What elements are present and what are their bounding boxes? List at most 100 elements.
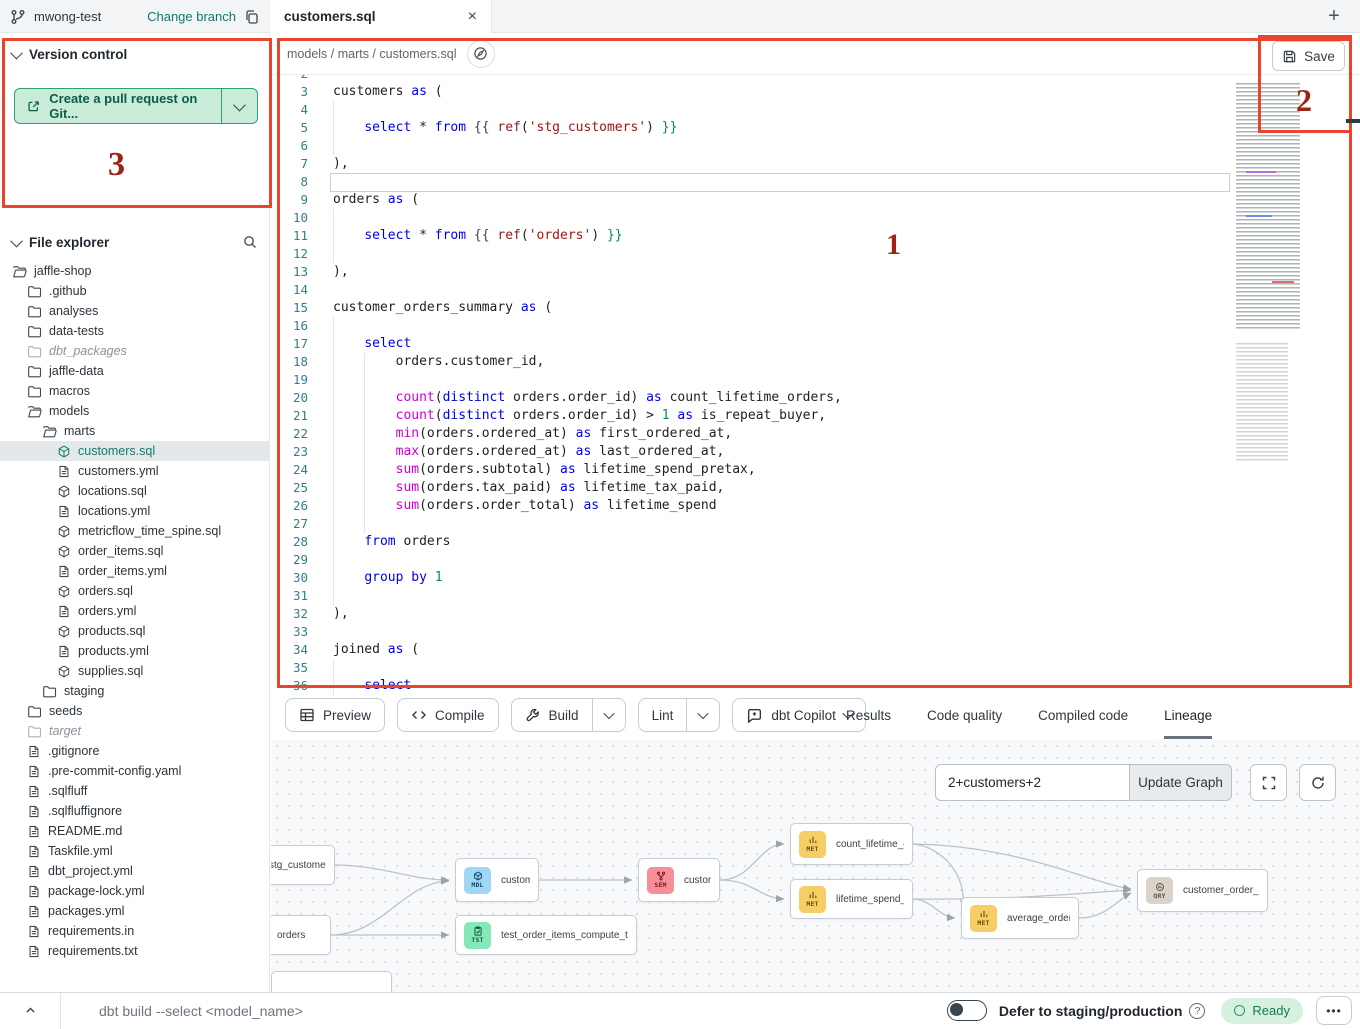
code-line-26[interactable]: 26 sum(orders.order_total) as lifetime_s… xyxy=(271,497,1360,515)
tree-item-products-yml[interactable]: products.yml xyxy=(0,641,270,661)
tree-item-dbt-project-yml[interactable]: dbt_project.yml xyxy=(0,861,270,881)
code-line-11[interactable]: 11 select * from {{ ref('orders') }} xyxy=(271,227,1360,245)
code-line-32[interactable]: 32), xyxy=(271,605,1360,623)
code-line-7[interactable]: 7), xyxy=(271,155,1360,173)
preview-button[interactable]: Preview xyxy=(285,698,385,732)
code-line-28[interactable]: 28 from orders xyxy=(271,533,1360,551)
compile-button[interactable]: Compile xyxy=(397,698,499,732)
code-line-35[interactable]: 35 xyxy=(271,659,1360,677)
tree-item--gitignore[interactable]: .gitignore xyxy=(0,741,270,761)
tree-item-locations-sql[interactable]: locations.sql xyxy=(0,481,270,501)
code-line-23[interactable]: 23 max(orders.ordered_at) as last_ordere… xyxy=(271,443,1360,461)
tree-item-requirements-in[interactable]: requirements.in xyxy=(0,921,270,941)
tree-item-target[interactable]: target xyxy=(0,721,270,741)
tab-code-quality[interactable]: Code quality xyxy=(927,695,1002,739)
copy-icon[interactable] xyxy=(244,9,260,25)
code-line-12[interactable]: 12 xyxy=(271,245,1360,263)
tab-compiled-code[interactable]: Compiled code xyxy=(1038,695,1128,739)
build-button[interactable]: Build xyxy=(511,698,626,732)
question-icon[interactable]: ? xyxy=(1189,1003,1205,1019)
compass-icon[interactable] xyxy=(467,40,495,68)
code-line-17[interactable]: 17 select xyxy=(271,335,1360,353)
code-line-29[interactable]: 29 xyxy=(271,551,1360,569)
tree-item-customers-sql[interactable]: customers.sql xyxy=(0,441,270,461)
code-line-16[interactable]: 16 xyxy=(271,317,1360,335)
tree-item-data-tests[interactable]: data-tests xyxy=(0,321,270,341)
tree-item-macros[interactable]: macros xyxy=(0,381,270,401)
tree-item-taskfile-yml[interactable]: Taskfile.yml xyxy=(0,841,270,861)
tree-item-orders-sql[interactable]: orders.sql xyxy=(0,581,270,601)
create-pull-request-main[interactable]: Create a pull request on Git... xyxy=(15,89,221,123)
close-icon[interactable]: × xyxy=(468,9,477,25)
tree-item--github[interactable]: .github xyxy=(0,281,270,301)
file-explorer-header[interactable]: File explorer xyxy=(0,220,270,258)
tree-item-order-items-sql[interactable]: order_items.sql xyxy=(0,541,270,561)
tree-item-staging[interactable]: staging xyxy=(0,681,270,701)
code-line-8[interactable]: 8 xyxy=(271,173,1360,191)
lineage-node-average-order-value[interactable]: METaverage_order_value xyxy=(961,897,1079,939)
code-line-10[interactable]: 10 xyxy=(271,209,1360,227)
tab-lineage[interactable]: Lineage xyxy=(1164,695,1212,739)
code-line-2[interactable]: 2 xyxy=(271,75,1360,83)
change-branch-link[interactable]: Change branch xyxy=(147,9,236,24)
lineage-node-lifetime-spend-pretax[interactable]: METlifetime_spend_pretax xyxy=(790,879,913,919)
tree-item-supplies-sql[interactable]: supplies.sql xyxy=(0,661,270,681)
tree-item-dbt-packages[interactable]: dbt_packages xyxy=(0,341,270,361)
code-line-15[interactable]: 15customer_orders_summary as ( xyxy=(271,299,1360,317)
code-line-4[interactable]: 4 xyxy=(271,101,1360,119)
lineage-selector-input[interactable]: 2+customers+2 xyxy=(935,764,1129,801)
code-line-31[interactable]: 31 xyxy=(271,587,1360,605)
ellipsis-icon[interactable]: ••• xyxy=(1316,996,1352,1025)
lineage-node-customers[interactable]: SEMcustomers xyxy=(638,858,720,902)
dbt-command-input[interactable]: dbt build --select <model_name> xyxy=(99,1003,947,1019)
tree-item-orders-yml[interactable]: orders.yml xyxy=(0,601,270,621)
code-line-3[interactable]: 3customers as ( xyxy=(271,83,1360,101)
minimap[interactable] xyxy=(1232,75,1318,675)
code-editor[interactable]: 23customers as (45 select * from {{ ref(… xyxy=(271,75,1360,695)
lineage-node-orders[interactable]: MDLorders xyxy=(271,915,331,955)
tree-item-package-lock-yml[interactable]: package-lock.yml xyxy=(0,881,270,901)
tree-item-analyses[interactable]: analyses xyxy=(0,301,270,321)
tab-results[interactable]: Results xyxy=(846,695,891,739)
tree-item-jaffle-data[interactable]: jaffle-data xyxy=(0,361,270,381)
lint-dropdown-button[interactable] xyxy=(686,699,719,731)
code-line-34[interactable]: 34joined as ( xyxy=(271,641,1360,659)
tree-item-requirements-txt[interactable]: requirements.txt xyxy=(0,941,270,961)
create-pull-request-button[interactable]: Create a pull request on Git... xyxy=(14,88,258,124)
defer-toggle[interactable] xyxy=(947,1000,987,1021)
code-line-33[interactable]: 33 xyxy=(271,623,1360,641)
tree-item--sqlfluffignore[interactable]: .sqlfluffignore xyxy=(0,801,270,821)
code-line-36[interactable]: 36 select xyxy=(271,677,1360,695)
tree-item-jaffle-shop[interactable]: jaffle-shop xyxy=(0,261,270,281)
code-line-19[interactable]: 19 xyxy=(271,371,1360,389)
lineage-node-customers[interactable]: MDLcustomers xyxy=(455,858,539,902)
lint-button[interactable]: Lint xyxy=(638,698,721,732)
tree-item--sqlfluff[interactable]: .sqlfluff xyxy=(0,781,270,801)
tree-item-products-sql[interactable]: products.sql xyxy=(0,621,270,641)
code-line-18[interactable]: 18 orders.customer_id, xyxy=(271,353,1360,371)
tree-item-locations-yml[interactable]: locations.yml xyxy=(0,501,270,521)
code-line-5[interactable]: 5 select * from {{ ref('stg_customers') … xyxy=(271,119,1360,137)
tree-item-customers-yml[interactable]: customers.yml xyxy=(0,461,270,481)
build-dropdown-button[interactable] xyxy=(592,699,625,731)
lineage-node-stg-customers[interactable]: MDLstg_customers xyxy=(271,845,335,885)
lineage-node-partial[interactable] xyxy=(271,971,392,992)
tree-item--pre-commit-config-yaml[interactable]: .pre-commit-config.yaml xyxy=(0,761,270,781)
version-control-header[interactable]: Version control xyxy=(0,33,269,72)
pr-dropdown-button[interactable] xyxy=(221,89,257,123)
tree-item-order-items-yml[interactable]: order_items.yml xyxy=(0,561,270,581)
tab-customers-sql[interactable]: customers.sql × xyxy=(270,0,492,33)
tree-item-metricflow-time-spine-sql[interactable]: metricflow_time_spine.sql xyxy=(0,521,270,541)
tree-item-readme-md[interactable]: README.md xyxy=(0,821,270,841)
code-line-27[interactable]: 27 xyxy=(271,515,1360,533)
code-line-6[interactable]: 6 xyxy=(271,137,1360,155)
plus-icon[interactable]: + xyxy=(1322,4,1346,28)
code-line-14[interactable]: 14 xyxy=(271,281,1360,299)
code-line-30[interactable]: 30 group by 1 xyxy=(271,569,1360,587)
code-line-22[interactable]: 22 min(orders.ordered_at) as first_order… xyxy=(271,425,1360,443)
lineage-node-customer-order-metrics[interactable]: QRYcustomer_order_metrics xyxy=(1137,869,1268,912)
tree-item-seeds[interactable]: seeds xyxy=(0,701,270,721)
lineage-node-count-lifetime-orders[interactable]: METcount_lifetime_orders xyxy=(790,823,913,865)
code-line-24[interactable]: 24 sum(orders.subtotal) as lifetime_spen… xyxy=(271,461,1360,479)
code-line-13[interactable]: 13), xyxy=(271,263,1360,281)
